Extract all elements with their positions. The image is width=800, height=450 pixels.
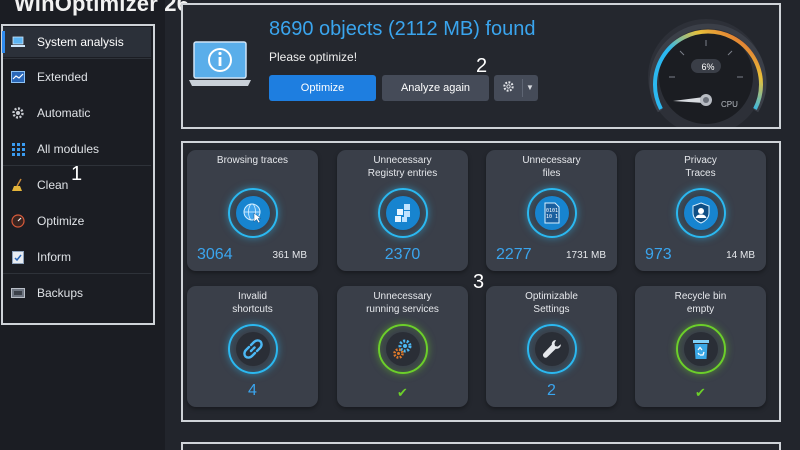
tile-count: 4 bbox=[248, 382, 257, 399]
cpu-gauge: 6% CPU bbox=[631, 11, 777, 135]
tile-title: Unnecessary running services bbox=[366, 291, 439, 315]
sidebar-item-system-analysis[interactable]: System analysis bbox=[2, 27, 151, 57]
tile-count: 2 bbox=[547, 382, 556, 399]
chevron-down-icon: ▼ bbox=[526, 83, 534, 92]
settings-dropdown-button[interactable]: ▼ bbox=[494, 75, 538, 101]
tile-running-services[interactable]: Unnecessary running services ✔ bbox=[337, 286, 468, 407]
tile-recycle-bin[interactable]: Recycle bin empty ✔ bbox=[635, 286, 766, 407]
tile-count: 3064 bbox=[197, 246, 233, 263]
check-icon: ✔ bbox=[695, 385, 706, 400]
tile-title: Privacy Traces bbox=[684, 155, 717, 179]
services-gears-icon bbox=[386, 332, 420, 366]
tile-title: Browsing traces bbox=[216, 155, 289, 166]
divider bbox=[522, 79, 523, 97]
tile-invalid-shortcuts[interactable]: Invalid shortcuts 4 bbox=[187, 286, 318, 407]
laptop-icon bbox=[11, 35, 25, 49]
tile-icon-ring bbox=[527, 324, 577, 374]
sidebar-item-label: Extended bbox=[37, 70, 88, 84]
app-title: WinOptimizer 26 bbox=[14, 0, 190, 16]
tile-icon-ring bbox=[378, 188, 428, 238]
gear-icon bbox=[502, 80, 515, 96]
sidebar: WinOptimizer 26 System analysis Extended… bbox=[0, 0, 189, 450]
tile-count: 2370 bbox=[384, 246, 421, 263]
tile-title: Unnecessary Registry entries bbox=[367, 155, 438, 179]
sidebar-item-inform[interactable]: Inform bbox=[3, 242, 151, 272]
sidebar-item-label: Inform bbox=[37, 250, 72, 264]
broken-link-icon bbox=[236, 332, 270, 366]
binary-file-icon: 0101 10 1 bbox=[535, 196, 569, 230]
recycle-bin-icon bbox=[684, 332, 718, 366]
tile-icon-ring bbox=[228, 324, 278, 374]
wrench-icon bbox=[535, 332, 569, 366]
callout-number: 1 bbox=[71, 163, 83, 185]
tile-optimizable-settings[interactable]: Optimizable Settings 2 bbox=[486, 286, 617, 407]
check-icon: ✔ bbox=[397, 385, 408, 400]
registry-blocks-icon bbox=[386, 196, 420, 230]
tile-size: 14 MB bbox=[726, 250, 755, 261]
analysis-results-panel: Browsing traces 3064 361 MB Unnecessary … bbox=[181, 141, 781, 422]
sidebar-item-extended[interactable]: Extended bbox=[3, 62, 151, 92]
speedometer-icon bbox=[11, 214, 25, 228]
analysis-summary-panel: 8690 objects (2112 MB) found Please opti… bbox=[181, 3, 781, 135]
tile-title: Unnecessary files bbox=[522, 155, 581, 179]
gear-icon bbox=[11, 106, 25, 120]
tile-title: Optimizable Settings bbox=[525, 291, 578, 315]
cpu-percent: 6% bbox=[701, 62, 715, 72]
tile-registry-entries[interactable]: Unnecessary Registry entries 2370 bbox=[337, 150, 468, 271]
sidebar-item-label: Clean bbox=[37, 178, 69, 192]
tile-count: 2277 bbox=[496, 246, 532, 263]
sidebar-item-label: Backups bbox=[37, 286, 84, 300]
sidebar-item-optimize[interactable]: Optimize bbox=[3, 206, 151, 236]
tile-unnecessary-files[interactable]: Unnecessary files 0101 10 1 2277 1731 MB bbox=[486, 150, 617, 271]
sidebar-item-all-modules[interactable]: All modules bbox=[3, 134, 151, 164]
tile-icon-ring bbox=[676, 324, 726, 374]
laptop-info-icon bbox=[189, 41, 251, 87]
tile-browsing-traces[interactable]: Browsing traces 3064 361 MB bbox=[187, 150, 318, 271]
found-objects-title: 8690 objects (2112 MB) found bbox=[269, 18, 536, 40]
checklist-icon bbox=[11, 250, 25, 264]
tile-title: Invalid shortcuts bbox=[232, 291, 273, 315]
bottom-panel bbox=[181, 442, 781, 450]
tile-size: 361 MB bbox=[272, 250, 307, 261]
globe-cursor-icon bbox=[236, 196, 270, 230]
backup-icon bbox=[11, 286, 25, 300]
sidebar-item-label: System analysis bbox=[37, 35, 124, 49]
optimize-prompt: Please optimize! bbox=[269, 50, 358, 64]
grid-icon bbox=[11, 142, 25, 156]
tile-privacy-traces[interactable]: Privacy Traces 973 14 MB bbox=[635, 150, 766, 271]
sidebar-item-label: All modules bbox=[37, 142, 100, 156]
callout-number: 3 bbox=[473, 271, 485, 293]
optimize-button[interactable]: Optimize bbox=[269, 75, 376, 101]
privacy-shield-icon bbox=[684, 196, 718, 230]
cpu-label: CPU bbox=[721, 100, 738, 109]
sidebar-item-label: Automatic bbox=[37, 106, 91, 120]
tile-icon-ring bbox=[676, 188, 726, 238]
sidebar-item-backups[interactable]: Backups bbox=[3, 278, 151, 308]
tile-icon-ring: 0101 10 1 bbox=[527, 188, 577, 238]
sidebar-item-automatic[interactable]: Automatic bbox=[3, 98, 151, 128]
divider bbox=[3, 273, 151, 274]
tile-icon-ring bbox=[378, 324, 428, 374]
tile-count: 973 bbox=[645, 246, 672, 263]
tile-size: 1731 MB bbox=[565, 250, 606, 261]
callout-number: 2 bbox=[476, 55, 488, 77]
svg-text:10 1: 10 1 bbox=[546, 214, 558, 220]
winoptimizer-window: WinOptimizer 26 System analysis Extended… bbox=[0, 0, 800, 450]
divider bbox=[3, 58, 151, 59]
tile-title: Recycle bin empty bbox=[674, 291, 727, 315]
sidebar-item-label: Optimize bbox=[37, 214, 85, 228]
tile-icon-ring bbox=[228, 188, 278, 238]
chart-icon bbox=[11, 70, 25, 84]
broom-icon bbox=[11, 178, 25, 192]
analyze-again-button[interactable]: Analyze again bbox=[382, 75, 489, 101]
